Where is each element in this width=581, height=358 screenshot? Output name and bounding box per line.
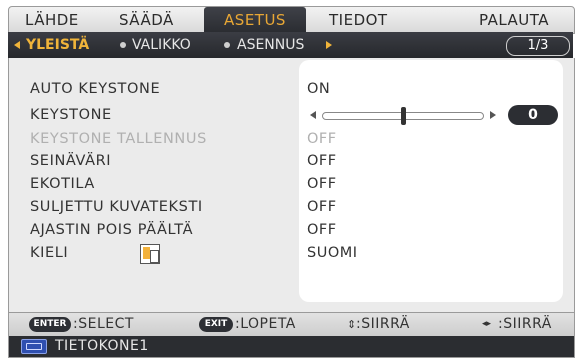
enter-key-icon: ENTER bbox=[29, 317, 71, 332]
exit-key-icon: EXIT bbox=[199, 317, 233, 332]
setting-label: SEINÄVÄRI bbox=[30, 153, 112, 169]
sub-tab-bar: YLEISTÄ VALIKKO ASENNUS 1/3 bbox=[8, 32, 573, 58]
setting-value-kieli[interactable]: SUOMI bbox=[307, 242, 358, 264]
setting-row-auto-keystone[interactable]: AUTO KEYSTONE bbox=[24, 78, 294, 100]
keystone-slider[interactable]: 0 bbox=[310, 104, 560, 126]
tab-lahde[interactable]: LÄHDE bbox=[25, 7, 79, 33]
setting-label: SULJETTU KUVATEKSTI bbox=[30, 199, 203, 215]
slider-right-arrow-icon[interactable] bbox=[490, 111, 496, 119]
setting-value-keystone-tallennus: OFF bbox=[307, 131, 337, 147]
slider-track[interactable] bbox=[322, 107, 484, 125]
setting-label: KEYSTONE TALLENNUS bbox=[30, 131, 207, 147]
setting-row-keystone[interactable]: KEYSTONE bbox=[24, 104, 294, 126]
up-down-arrows-icon: ⇕ bbox=[347, 318, 357, 331]
setting-row-keystone-tallennus: KEYSTONE TALLENNUS bbox=[24, 128, 294, 150]
setting-label: AJASTIN POIS PÄÄLTÄ bbox=[30, 222, 194, 238]
setting-label: AUTO KEYSTONE bbox=[30, 81, 161, 97]
sub-tab-right-arrow-icon[interactable] bbox=[326, 41, 332, 49]
projector-osd-menu: LÄHDE SÄÄDÄ ASETUS TIEDOT PALAUTA YLEIST… bbox=[0, 0, 581, 358]
leftright-help-label: :SIIRRÄ bbox=[498, 316, 552, 332]
setting-row-ekotila[interactable]: EKOTILA bbox=[24, 173, 294, 195]
tab-palauta[interactable]: PALAUTA bbox=[479, 7, 549, 33]
keystone-value: 0 bbox=[508, 105, 558, 125]
tab-asetus[interactable]: ASETUS bbox=[204, 7, 306, 33]
separator-dot-icon bbox=[120, 42, 126, 48]
setting-label: KIELI bbox=[30, 245, 69, 261]
setting-value-ajastin-pois-paalta[interactable]: OFF bbox=[307, 219, 337, 241]
setting-value-seinavari[interactable]: OFF bbox=[307, 150, 337, 172]
updown-help-label: :SIIRRÄ bbox=[356, 316, 410, 332]
subtab-valikko[interactable]: VALIKKO bbox=[132, 32, 191, 58]
subtab-yleista[interactable]: YLEISTÄ bbox=[26, 32, 89, 58]
left-right-arrows-icon: ◂▸ bbox=[482, 319, 492, 329]
values-panel bbox=[299, 60, 563, 302]
sub-tab-left-arrow-icon[interactable] bbox=[14, 41, 20, 49]
slider-left-arrow-icon[interactable] bbox=[310, 111, 316, 119]
language-icon bbox=[140, 244, 160, 264]
separator-dot-icon bbox=[224, 42, 230, 48]
input-source-bar: TIETOKONE1 bbox=[8, 336, 575, 358]
setting-row-ajastin-pois-paalta[interactable]: AJASTIN POIS PÄÄLTÄ bbox=[24, 219, 294, 241]
enter-help-label: :SELECT bbox=[73, 316, 134, 332]
setting-label: KEYSTONE bbox=[30, 107, 112, 123]
tab-saada[interactable]: SÄÄDÄ bbox=[119, 7, 174, 33]
exit-help-label: :LOPETA bbox=[235, 316, 296, 332]
setting-value-suljettu-kuvateksti[interactable]: OFF bbox=[307, 196, 337, 218]
setting-value-ekotila[interactable]: OFF bbox=[307, 173, 337, 195]
setting-value-auto-keystone[interactable]: ON bbox=[307, 78, 330, 100]
page-indicator: 1/3 bbox=[506, 36, 570, 56]
input-source-label: TIETOKONE1 bbox=[55, 338, 149, 354]
subtab-asennus[interactable]: ASENNUS bbox=[237, 32, 304, 58]
setting-row-seinavari[interactable]: SEINÄVÄRI bbox=[24, 150, 294, 172]
slider-knob[interactable] bbox=[401, 107, 406, 125]
footer-help-bar: ENTER :SELECT EXIT :LOPETA ⇕ :SIIRRÄ ◂▸ … bbox=[8, 312, 575, 337]
computer-vga-icon bbox=[21, 339, 47, 354]
setting-label: EKOTILA bbox=[30, 176, 95, 192]
main-tab-bar: LÄHDE SÄÄDÄ ASETUS TIEDOT PALAUTA bbox=[8, 6, 575, 34]
tab-tiedot[interactable]: TIEDOT bbox=[329, 7, 388, 33]
setting-row-suljettu-kuvateksti[interactable]: SULJETTU KUVATEKSTI bbox=[24, 196, 294, 218]
